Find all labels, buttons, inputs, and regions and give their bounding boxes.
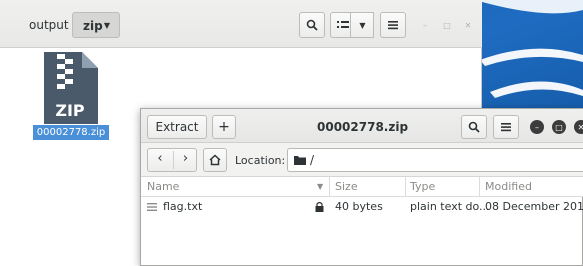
extract-button[interactable]: Extract <box>147 115 207 139</box>
search-icon <box>306 19 318 31</box>
maximize-icon: □ <box>555 122 563 132</box>
close-icon: ✕ <box>464 20 472 30</box>
zip-file-icon[interactable]: ZIP <box>42 52 98 124</box>
archive-manager-headerbar: Extract + 00002778.zip – □ ✕ <box>141 109 583 143</box>
lock-icon <box>315 201 324 212</box>
column-name[interactable]: Name <box>147 180 179 193</box>
archive-manager-window: Extract + 00002778.zip – □ ✕ ‹ › Locatio… <box>140 108 583 266</box>
path-button-zip[interactable]: zip ▼ <box>72 12 120 38</box>
location-bar: ‹ › Location: / <box>141 143 583 177</box>
minimize-icon: – <box>423 20 427 30</box>
minimize-button[interactable]: – <box>418 18 432 32</box>
back-button[interactable]: ‹ <box>148 151 172 166</box>
folder-icon <box>294 156 306 165</box>
table-row[interactable]: flag.txt 40 bytes plain text do... 08 De… <box>141 197 583 217</box>
list-view-icon <box>337 21 349 28</box>
maximize-icon: □ <box>443 20 451 30</box>
close-icon: ✕ <box>577 122 583 132</box>
row-name: flag.txt <box>163 200 203 213</box>
chevron-down-icon: ▼ <box>103 21 110 30</box>
file-manager-headerbar: output zip ▼ ▼ – □ ✕ <box>0 0 482 48</box>
sort-down-icon: ▼ <box>317 182 324 191</box>
location-field[interactable]: / <box>287 148 583 172</box>
row-type: plain text do... <box>410 200 490 213</box>
column-type[interactable]: Type <box>410 180 435 193</box>
forward-button[interactable]: › <box>173 151 197 169</box>
column-header: Name ▼ Size Type Modified <box>141 177 583 197</box>
zip-file-label[interactable]: 00002778.zip <box>33 125 109 140</box>
search-button[interactable] <box>299 12 325 38</box>
archive-title: 00002778.zip <box>317 120 409 134</box>
archive-search-button[interactable] <box>461 115 487 139</box>
home-icon <box>209 154 221 166</box>
path-button-output[interactable]: output <box>20 12 78 38</box>
add-files-button[interactable]: + <box>212 115 236 139</box>
hamburger-icon <box>388 21 398 30</box>
column-size[interactable]: Size <box>335 180 358 193</box>
archive-menu-button[interactable] <box>493 115 519 139</box>
close-button[interactable]: ✕ <box>461 18 475 32</box>
home-button[interactable] <box>203 148 227 172</box>
row-size: 40 bytes <box>335 200 383 213</box>
location-label: Location: <box>235 154 286 167</box>
maximize-button[interactable]: □ <box>440 18 454 32</box>
chevron-down-icon: ▼ <box>359 20 366 30</box>
column-separator <box>329 177 330 197</box>
archive-close-button[interactable]: ✕ <box>574 120 583 134</box>
history-nav: ‹ › <box>147 148 197 172</box>
text-file-icon <box>147 203 157 211</box>
archive-minimize-button[interactable]: – <box>530 120 544 134</box>
path-button-zip-label: zip <box>83 19 103 33</box>
view-options-button[interactable]: ▼ <box>350 13 374 37</box>
zip-icon-text: ZIP <box>55 101 85 120</box>
column-separator <box>405 177 406 197</box>
archive-maximize-button[interactable]: □ <box>552 120 566 134</box>
minimize-icon: – <box>535 122 539 132</box>
column-separator <box>479 177 480 197</box>
hamburger-menu-button[interactable] <box>380 12 406 38</box>
search-icon <box>468 121 480 133</box>
column-modified[interactable]: Modified <box>485 180 532 193</box>
hamburger-icon <box>501 123 511 132</box>
location-value: / <box>310 153 315 167</box>
row-modified: 08 December 2017, <box>485 200 583 213</box>
